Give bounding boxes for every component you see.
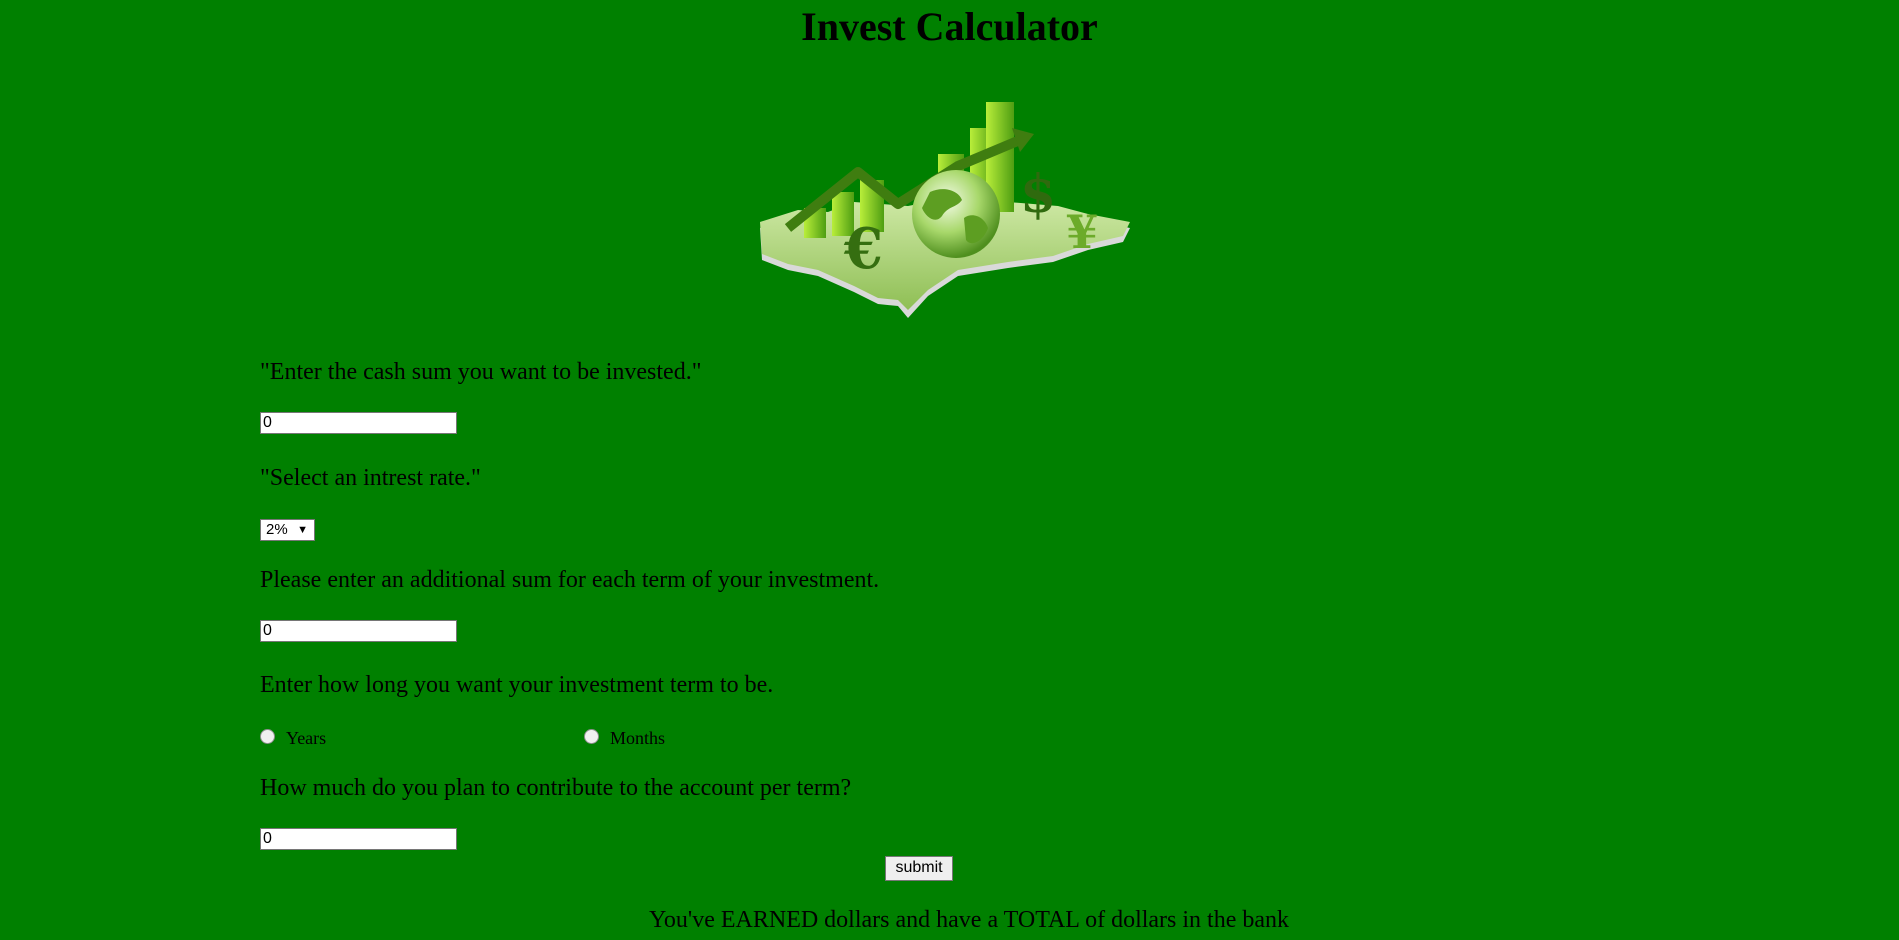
submit-button[interactable]: submit xyxy=(885,856,953,881)
cash-sum-input[interactable]: 0 xyxy=(260,412,457,434)
radio-circle-icon[interactable] xyxy=(260,729,275,744)
term-radio-years-label: Years xyxy=(286,728,327,748)
interest-rate-select[interactable]: 2% ▼ xyxy=(260,519,315,541)
term-radio-years[interactable]: Years xyxy=(260,728,326,749)
contribution-label: How much do you plan to contribute to th… xyxy=(260,775,852,801)
term-label: Enter how long you want your investment … xyxy=(260,672,774,698)
cash-sum-label: "Enter the cash sum you want to be inves… xyxy=(260,359,702,385)
svg-text:$: $ xyxy=(1020,164,1056,225)
radio-circle-icon[interactable] xyxy=(584,729,599,744)
term-radio-months[interactable]: Months xyxy=(584,728,665,749)
interest-rate-selected: 2% xyxy=(266,521,288,538)
finance-globe-graphic-icon: € $ ¥ xyxy=(760,102,1130,318)
svg-text:¥: ¥ xyxy=(1066,205,1098,259)
page-title: Invest Calculator xyxy=(801,4,1098,49)
chevron-down-icon: ▼ xyxy=(297,524,308,536)
additional-sum-input[interactable]: 0 xyxy=(260,620,457,642)
additional-sum-label: Please enter an additional sum for each … xyxy=(260,567,880,593)
contribution-input[interactable]: 0 xyxy=(260,828,457,850)
interest-rate-label: "Select an intrest rate." xyxy=(260,465,481,491)
result-text: You've EARNED dollars and have a TOTAL o… xyxy=(648,907,1290,933)
svg-text:€: € xyxy=(843,216,883,282)
term-radio-months-label: Months xyxy=(610,728,666,748)
